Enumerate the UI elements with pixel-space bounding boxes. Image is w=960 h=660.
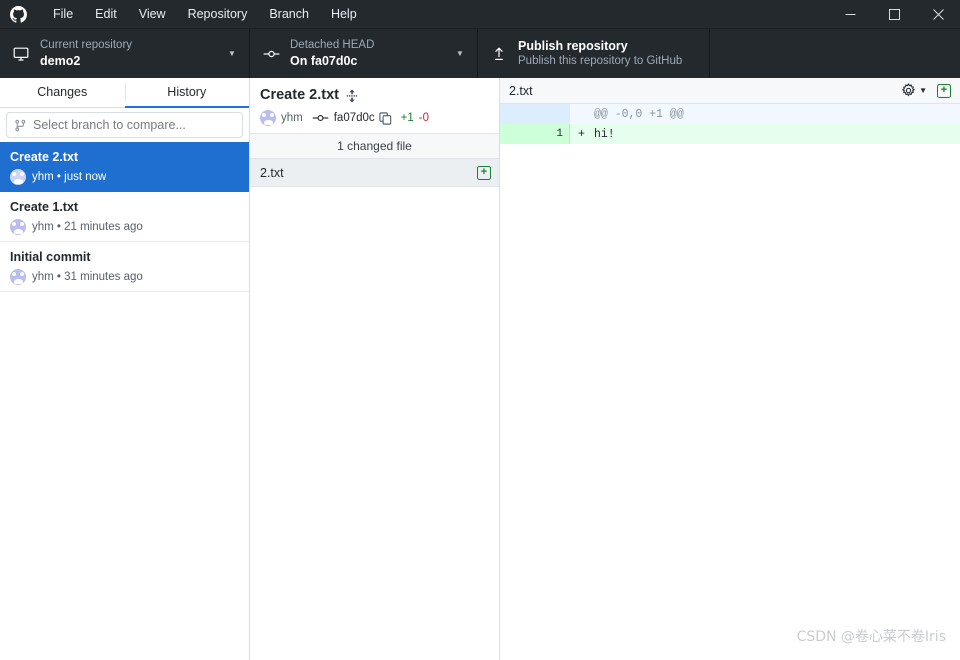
branch-compare-field[interactable] <box>6 112 243 138</box>
user-avatar-icon <box>10 269 26 285</box>
diff-header: 2.txt ▼ + <box>500 78 960 104</box>
commit-meta: yhm • just now <box>10 169 239 185</box>
added-plus-icon: + <box>477 165 491 180</box>
commit-summary-title-row: Create 2.txt <box>260 86 489 105</box>
sidebar-tabs: Changes History <box>0 78 249 108</box>
commit-detail-panel: Create 2.txt yhm fa07d0c +1 -0 1 changed… <box>250 78 500 660</box>
publish-repository-button[interactable]: Publish repository Publish this reposito… <box>478 29 710 78</box>
github-desktop-window: File Edit View Repository Branch Help Cu… <box>0 0 960 660</box>
commit-author-name: yhm <box>281 112 303 124</box>
main-body: Changes History Select branch to compare… <box>0 78 960 660</box>
maximize-button[interactable] <box>872 0 916 28</box>
git-branch-icon <box>14 119 27 132</box>
menu-item-branch[interactable]: Branch <box>258 2 320 26</box>
commit-summary-meta: yhm fa07d0c +1 -0 <box>260 110 489 126</box>
commit-summary: Create 2.txt yhm fa07d0c +1 -0 <box>250 78 499 134</box>
main-toolbar: Current repository demo2 ▼ Detached HEAD… <box>0 28 960 78</box>
user-avatar-icon <box>10 169 26 185</box>
current-branch-button[interactable]: Detached HEAD On fa07d0c ▼ <box>250 29 478 78</box>
github-mark-icon <box>4 0 32 28</box>
changed-files-list[interactable]: 2.txt + <box>250 159 499 660</box>
diff-line-text: hi! <box>594 127 615 141</box>
diff-line-text: @@ -0,0 +1 @@ <box>594 107 684 121</box>
commit-meta: yhm • 21 minutes ago <box>10 219 239 235</box>
changed-files-header: 1 changed file <box>250 134 499 159</box>
menu-item-view[interactable]: View <box>128 2 177 26</box>
user-avatar-icon <box>10 219 26 235</box>
current-branch-value: On fa07d0c <box>290 54 358 68</box>
menu-item-edit[interactable]: Edit <box>84 2 128 26</box>
title-bar: File Edit View Repository Branch Help <box>0 0 960 28</box>
close-button[interactable] <box>916 0 960 28</box>
branch-compare-area <box>0 108 249 142</box>
desktop-monitor-icon <box>10 46 32 62</box>
minimize-button[interactable] <box>828 0 872 28</box>
commit-title: Create 2.txt <box>10 150 79 164</box>
tab-changes[interactable]: Changes <box>0 78 125 108</box>
diff-line-sign: + <box>578 127 585 141</box>
menu-bar: File Edit View Repository Branch Help <box>42 0 368 28</box>
diff-body[interactable]: @@ -0,0 +1 @@ 1 + hi! <box>500 104 960 660</box>
chevron-down-icon: ▼ <box>456 49 464 58</box>
commit-sha: fa07d0c <box>333 112 375 124</box>
commit-list-item[interactable]: Initial commit yhm • 31 minutes ago <box>0 242 249 292</box>
menu-item-file[interactable]: File <box>42 2 84 26</box>
user-avatar-icon <box>260 110 276 126</box>
commit-author-time: yhm • just now <box>32 170 107 183</box>
expand-vertical-icon[interactable] <box>346 89 358 103</box>
expand-diff-icon[interactable]: + <box>937 83 951 98</box>
tab-history[interactable]: History <box>124 78 249 108</box>
current-repository-label: Current repository <box>40 39 133 51</box>
diff-line-content: + hi! <box>570 124 960 144</box>
upload-arrow-icon <box>488 46 510 62</box>
chevron-down-icon[interactable]: ▼ <box>919 86 927 95</box>
gear-icon[interactable] <box>901 83 916 98</box>
diff-old-lineno <box>500 124 535 144</box>
changed-file-name: 2.txt <box>260 165 284 180</box>
chevron-down-icon: ▼ <box>228 49 236 58</box>
branch-compare-input[interactable] <box>33 118 235 132</box>
window-controls <box>828 0 960 28</box>
git-commit-node-icon <box>312 112 329 124</box>
commit-author-time: yhm • 31 minutes ago <box>32 270 143 283</box>
deletions-count: -0 <box>418 112 430 124</box>
commit-list-item[interactable]: Create 1.txt yhm • 21 minutes ago <box>0 192 249 242</box>
menu-item-help[interactable]: Help <box>320 2 368 26</box>
diff-new-lineno: 1 <box>535 124 570 144</box>
diff-line-hunk: @@ -0,0 +1 @@ <box>500 104 960 124</box>
current-repository-text: Current repository demo2 <box>40 38 225 69</box>
git-commit-node-icon <box>260 46 282 62</box>
additions-count: +1 <box>400 112 414 124</box>
commit-list-item[interactable]: Create 2.txt yhm • just now <box>0 142 249 192</box>
diff-line-addition: 1 + hi! <box>500 124 960 144</box>
copy-icon[interactable] <box>379 111 392 125</box>
commit-author-time: yhm • 21 minutes ago <box>32 220 143 233</box>
diff-panel: 2.txt ▼ + @@ -0,0 +1 @@ 1 + hi! <box>500 78 960 660</box>
diff-new-lineno <box>535 104 570 124</box>
diff-old-lineno <box>500 104 535 124</box>
publish-repository-subtitle: Publish this repository to GitHub <box>518 55 683 67</box>
diff-empty-area <box>500 144 960 660</box>
commit-history-list[interactable]: Create 2.txt yhm • just now Create 1.txt… <box>0 142 249 660</box>
commit-summary-title: Create 2.txt <box>260 87 339 103</box>
publish-repository-title: Publish repository <box>518 39 628 53</box>
commit-meta: yhm • 31 minutes ago <box>10 269 239 285</box>
changed-file-row[interactable]: 2.txt + <box>250 159 499 187</box>
diff-filename: 2.txt <box>509 83 533 98</box>
current-branch-text: Detached HEAD On fa07d0c <box>290 38 453 69</box>
commit-title: Initial commit <box>10 250 91 264</box>
diff-line-content: @@ -0,0 +1 @@ <box>570 104 960 124</box>
current-repository-button[interactable]: Current repository demo2 ▼ <box>0 29 250 78</box>
menu-item-repository[interactable]: Repository <box>177 2 259 26</box>
publish-repository-text: Publish repository Publish this reposito… <box>518 38 699 69</box>
sidebar: Changes History Select branch to compare… <box>0 78 250 660</box>
current-branch-label: Detached HEAD <box>290 39 375 51</box>
current-repository-value: demo2 <box>40 54 81 68</box>
commit-title: Create 1.txt <box>10 200 79 214</box>
